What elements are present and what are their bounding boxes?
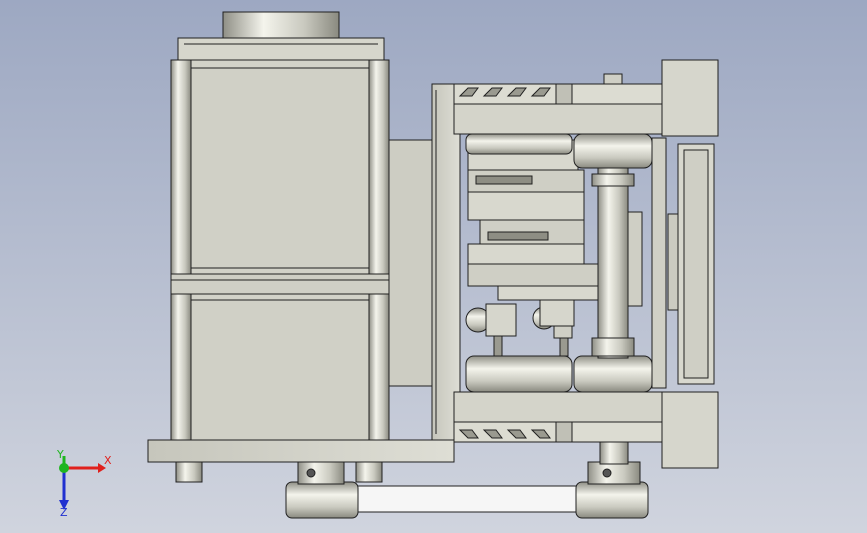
assembly-model[interactable]	[0, 0, 867, 533]
cad-viewport[interactable]: X Y Z	[0, 0, 867, 533]
base-plate	[147, 439, 455, 463]
motor-top-cap	[177, 11, 385, 61]
drive-shaft	[591, 167, 643, 359]
side-frame	[651, 137, 715, 389]
mounting-feet	[175, 461, 383, 483]
pneumatic-fittings	[465, 299, 575, 357]
origin-marker-icon	[59, 463, 69, 473]
lower-rollers	[465, 355, 653, 393]
x-axis-arrow-icon	[64, 463, 106, 473]
motor-flange	[170, 273, 390, 295]
motor-body-lower	[170, 293, 390, 443]
z-axis-arrow-icon	[59, 468, 69, 510]
coordinate-triad: X Y Z	[44, 448, 114, 520]
gearbox-housing	[388, 139, 434, 387]
bottom-rail-extrusion	[453, 391, 665, 443]
top-rail-extrusion	[453, 83, 665, 135]
y-axis-label: Y	[56, 450, 64, 461]
motor-body-upper	[170, 59, 390, 275]
x-axis-label: X	[104, 454, 112, 467]
z-axis-label: Z	[60, 506, 68, 519]
